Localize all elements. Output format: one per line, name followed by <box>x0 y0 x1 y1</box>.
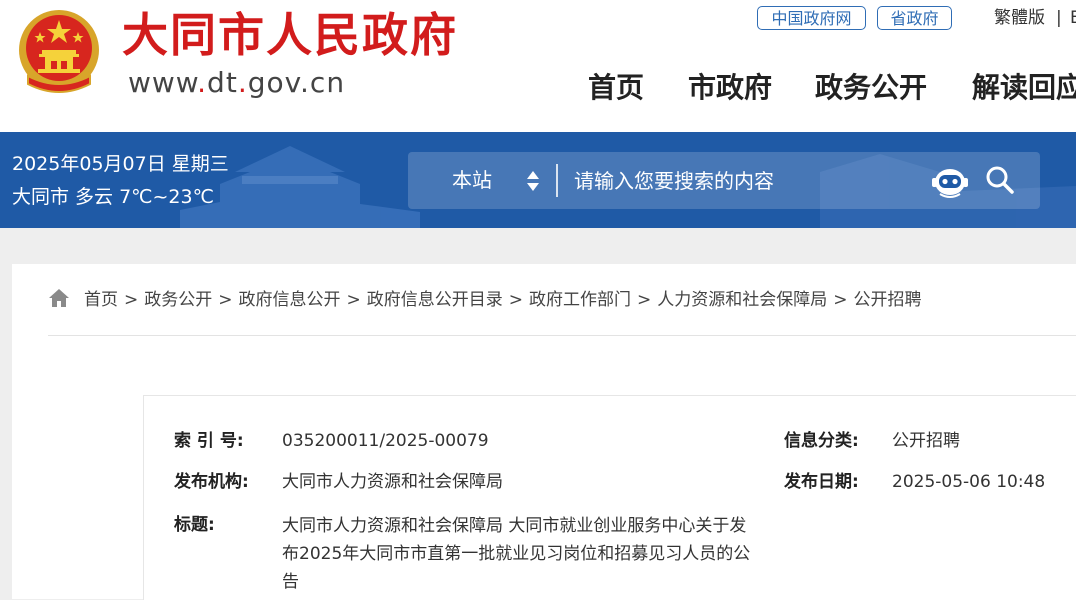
site-header: 大同市人民政府 www.dt.gov.cn 中国政府网 省政府 繁體版 | E … <box>0 0 1076 132</box>
site-url-suffix: gov.cn <box>247 66 346 99</box>
weather-info: 大同市 多云 7℃~23℃ <box>12 186 214 208</box>
breadcrumb-hr-bureau[interactable]: 人力资源和社会保障局 <box>657 290 827 310</box>
breadcrumb-separator: > <box>833 290 848 310</box>
nav-interpretation[interactable]: 解读回应 <box>972 70 1076 106</box>
nav-home[interactable]: 首页 <box>588 70 644 106</box>
search-input[interactable] <box>574 163 914 198</box>
breadcrumb-info-disclosure[interactable]: 政府信息公开 <box>239 290 341 310</box>
breadcrumb-separator: > <box>218 290 233 310</box>
site-url: www.dt.gov.cn <box>128 66 345 100</box>
search-scope-select[interactable]: 本站 <box>452 166 492 195</box>
breadcrumb-home[interactable]: 首页 <box>84 290 118 310</box>
breadcrumb-departments[interactable]: 政府工作部门 <box>529 290 631 310</box>
document-info-card: 索 引 号: 035200011/2025-00079 信息分类: 公开招聘 发… <box>143 395 1076 600</box>
robot-assistant-icon[interactable] <box>930 162 970 200</box>
search-icon[interactable] <box>984 164 1016 196</box>
breadcrumb-separator: > <box>346 290 361 310</box>
search-box: 本站 <box>408 152 1040 209</box>
search-divider <box>556 164 558 197</box>
nav-city-government[interactable]: 市政府 <box>688 70 772 106</box>
breadcrumb-government-affairs[interactable]: 政务公开 <box>144 290 212 310</box>
breadcrumb: 首页 > 政务公开 > 政府信息公开 > 政府信息公开目录 > 政府工作部门 > 人力资源和社会保障… <box>48 286 922 314</box>
link-china-gov[interactable]: 中国政府网 <box>757 6 866 30</box>
title-value: 大同市人力资源和社会保障局 大同市就业创业服务中心关于发布2025年大同市市直第… <box>282 516 751 592</box>
breadcrumb-separator: > <box>508 290 523 310</box>
up-down-arrow-icon[interactable] <box>526 168 540 194</box>
link-province-gov[interactable]: 省政府 <box>877 6 952 30</box>
publisher-label: 发布机构: <box>174 472 249 492</box>
breadcrumb-divider <box>48 335 1076 336</box>
site-url-dot: . <box>197 66 208 99</box>
site-url-prefix: www <box>128 66 198 99</box>
publish-date-value: 2025-05-06 10:48 <box>892 472 1046 492</box>
site-url-mid: dt <box>207 66 238 99</box>
breadcrumb-disclosure-catalog[interactable]: 政府信息公开目录 <box>367 290 503 310</box>
breadcrumb-separator: > <box>637 290 652 310</box>
category-value: 公开招聘 <box>892 431 960 451</box>
lang-separator: | <box>1056 8 1062 28</box>
main-content: 首页 > 政务公开 > 政府信息公开 > 政府信息公开目录 > 政府工作部门 > 人力资源和社会保障… <box>12 264 1076 600</box>
traditional-chinese-link[interactable]: 繁體版 <box>994 6 1045 30</box>
breadcrumb-separator: > <box>124 290 139 310</box>
home-icon[interactable] <box>48 288 70 308</box>
nav-government-affairs[interactable]: 政务公开 <box>815 70 927 106</box>
index-number-value: 035200011/2025-00079 <box>282 431 489 451</box>
breadcrumb-public-recruitment[interactable]: 公开招聘 <box>854 290 922 310</box>
index-number-label: 索 引 号: <box>174 431 244 451</box>
title-label: 标题: <box>174 515 215 535</box>
banner: 2025年05月07日 星期三 大同市 多云 7℃~23℃ 本站 <box>0 132 1076 228</box>
national-emblem[interactable] <box>14 6 104 102</box>
publish-date-label: 发布日期: <box>784 472 859 492</box>
category-label: 信息分类: <box>784 431 859 451</box>
current-date: 2025年05月07日 星期三 <box>12 153 229 175</box>
publisher-value: 大同市人力资源和社会保障局 <box>282 472 503 492</box>
english-link[interactable]: E <box>1070 6 1076 30</box>
site-url-dot: . <box>237 66 248 99</box>
site-title[interactable]: 大同市人民政府 <box>122 6 458 64</box>
